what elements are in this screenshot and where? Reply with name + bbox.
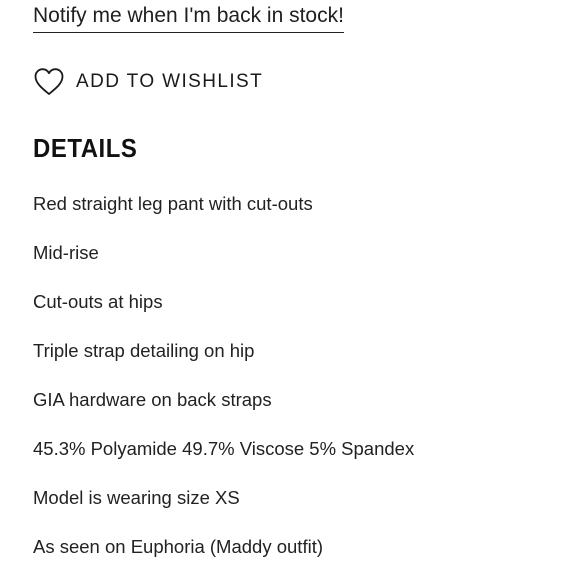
add-to-wishlist-button[interactable]: ADD TO WISHLIST: [33, 64, 263, 100]
detail-item: Triple strap detailing on hip: [33, 340, 255, 361]
detail-item: Red straight leg pant with cut-outs: [33, 193, 313, 214]
add-to-wishlist-label: ADD TO WISHLIST: [76, 71, 264, 92]
detail-item: Mid-rise: [33, 242, 99, 263]
notify-back-in-stock-link[interactable]: Notify me when I'm back in stock!: [33, 4, 344, 33]
heart-icon: [34, 68, 64, 95]
detail-item: Cut-outs at hips: [33, 291, 163, 312]
detail-item: As seen on Euphoria (Maddy outfit): [33, 536, 323, 557]
detail-item: 45.3% Polyamide 49.7% Viscose 5% Spandex: [33, 438, 415, 459]
details-heading: DETAILS: [33, 133, 138, 163]
detail-item: GIA hardware on back straps: [33, 389, 272, 410]
details-list: Red straight leg pant with cut-outs Mid-…: [33, 190, 414, 580]
detail-item: Model is wearing size XS: [33, 487, 240, 508]
